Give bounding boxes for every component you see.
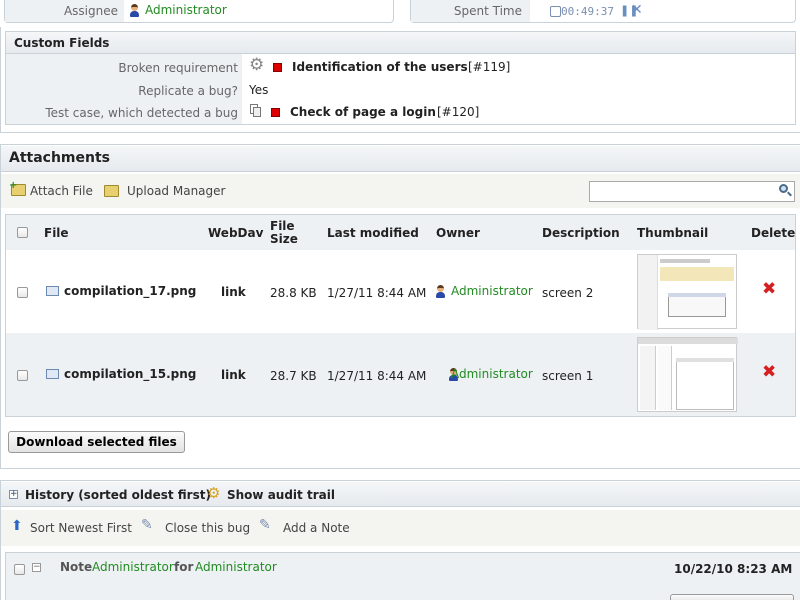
custom-fields-title: Custom Fields xyxy=(14,36,110,50)
cf-test-case-link[interactable]: Check of page a login xyxy=(290,105,436,119)
folder-upload-icon xyxy=(104,185,119,197)
collapse-icon[interactable]: − xyxy=(32,563,41,572)
attach-file-button[interactable]: Attach File xyxy=(30,184,93,198)
owner-link[interactable]: Administrator xyxy=(451,367,533,381)
file-name-link[interactable]: compilation_15.png xyxy=(64,367,196,381)
note-checkbox[interactable] xyxy=(14,564,25,575)
add-note-button[interactable]: Add a Note xyxy=(283,521,350,535)
plus-icon: + xyxy=(9,180,18,191)
col-owner: Owner xyxy=(436,226,480,240)
cf-replicate-value: Yes xyxy=(249,83,269,97)
last-modified: 1/27/11 8:44 AM xyxy=(327,286,427,300)
webdav-link[interactable]: link xyxy=(221,368,246,382)
spent-time-value: 00:49:37 xyxy=(561,5,614,18)
audit-trail-icon: ⚙ xyxy=(207,484,221,502)
status-red-icon xyxy=(271,108,280,117)
row-checkbox[interactable] xyxy=(17,287,28,298)
last-modified: 1/27/11 8:44 AM xyxy=(327,369,427,383)
col-thumbnail: Thumbnail xyxy=(637,226,709,240)
assignee-value-link[interactable]: Administrator xyxy=(145,3,227,17)
col-description: Description xyxy=(542,226,620,240)
status-red-icon xyxy=(273,63,282,72)
file-name-link[interactable]: compilation_17.png xyxy=(64,284,196,298)
description: screen 2 xyxy=(542,286,594,300)
stop-icon[interactable]: ✕ xyxy=(631,2,643,18)
top-strip: Assignee Administrator Spent Time 00:49:… xyxy=(0,0,800,24)
arrow-up-icon: ⬆ xyxy=(11,518,23,534)
col-last-modified: Last modified xyxy=(327,226,419,240)
close-bug-button[interactable]: Close this bug xyxy=(165,521,250,535)
thumbnail-image[interactable] xyxy=(637,337,738,412)
col-file: File xyxy=(44,226,69,240)
row-checkbox[interactable] xyxy=(17,370,28,381)
delete-icon[interactable]: ✖ xyxy=(762,281,776,298)
file-size: 28.8 KB xyxy=(270,286,317,300)
delete-icon[interactable]: ✖ xyxy=(762,364,776,381)
col-webdav: WebDav xyxy=(208,226,264,240)
col-file-size: File Size xyxy=(270,219,298,246)
clock-icon xyxy=(550,6,561,17)
sort-newest-first-button[interactable]: Sort Newest First xyxy=(30,521,132,535)
file-size: 28.7 KB xyxy=(270,369,317,383)
thumbnail-image[interactable] xyxy=(637,254,737,330)
cf-test-case-ref: [#120] xyxy=(437,105,480,119)
custom-fields-header: Custom Fields xyxy=(6,32,795,54)
add-note-icon: ✎ xyxy=(259,517,271,533)
gear-icon: ⚙ xyxy=(249,55,265,75)
search-icon[interactable] xyxy=(778,183,792,197)
edit-file-icon[interactable] xyxy=(46,369,59,379)
user-icon xyxy=(130,4,139,17)
assignee-label: Assignee xyxy=(63,4,118,18)
webdav-link[interactable]: link xyxy=(221,285,246,299)
cf-label-test-case: Test case, which detected a bug xyxy=(45,106,238,120)
cf-label-broken-requirement: Broken requirement xyxy=(118,61,238,75)
user-icon xyxy=(436,285,445,298)
upload-manager-button[interactable]: Upload Manager xyxy=(127,184,225,198)
owner-link[interactable]: Administrator xyxy=(451,284,533,298)
history-title: History (sorted oldest first) xyxy=(25,488,211,502)
description: screen 1 xyxy=(542,369,594,383)
edit-file-icon[interactable] xyxy=(46,286,59,296)
cf-broken-requirement-link[interactable]: Identification of the users xyxy=(292,60,468,74)
note-date: 10/22/10 8:23 AM xyxy=(674,562,793,576)
note-author-link[interactable]: Administrator xyxy=(92,560,174,574)
expand-icon[interactable]: + xyxy=(9,490,18,499)
close-bug-icon: ✎ xyxy=(141,517,153,533)
spent-time-label: Spent Time xyxy=(453,4,522,18)
col-delete: Delete xyxy=(751,226,796,240)
cf-label-replicate: Replicate a bug? xyxy=(138,84,238,98)
attachments-title: Attachments xyxy=(9,150,111,166)
note-for-label: for xyxy=(174,560,194,574)
note-action-button[interactable] xyxy=(670,594,794,600)
documents-icon xyxy=(250,104,262,117)
attachments-header: Attachments xyxy=(1,146,800,172)
note-label: Note xyxy=(60,560,93,574)
cf-broken-requirement-ref: [#119] xyxy=(468,60,511,74)
note-target-link[interactable]: Administrator xyxy=(195,560,277,574)
search-input[interactable] xyxy=(589,181,795,202)
select-all-checkbox[interactable] xyxy=(17,227,28,238)
show-audit-trail-link[interactable]: Show audit trail xyxy=(227,488,335,502)
download-selected-button[interactable]: Download selected files xyxy=(8,431,185,453)
